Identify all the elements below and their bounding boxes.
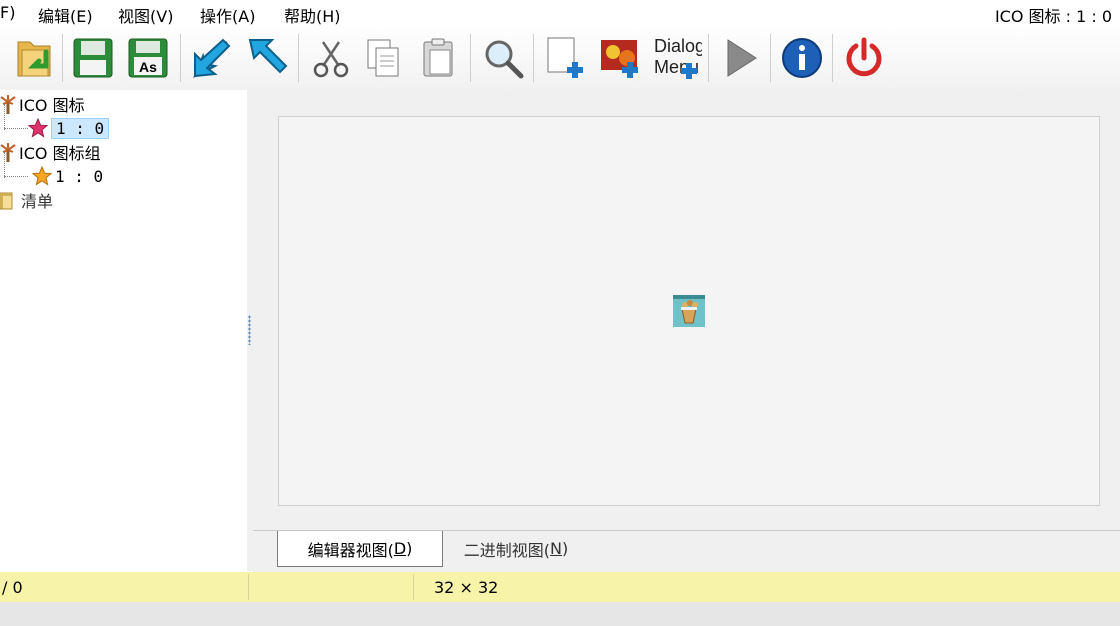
menu-view[interactable]: 视图(V)	[118, 3, 173, 27]
tree-item-ico-icon-group-entry[interactable]: 1 : 0	[32, 164, 103, 188]
star-orange-icon	[32, 166, 52, 186]
svg-text:Dialog: Dialog	[654, 36, 702, 56]
tree-item-manifest[interactable]: 清单	[0, 188, 53, 212]
info-button[interactable]	[776, 32, 828, 84]
cut-button[interactable]	[305, 32, 357, 84]
open-button[interactable]	[8, 32, 60, 84]
status-empty	[252, 572, 412, 602]
info-icon	[782, 38, 822, 78]
save-as-button[interactable]: As	[122, 32, 174, 84]
editor-view	[253, 90, 1120, 530]
folder-icon	[0, 192, 13, 210]
status-bar: / 0 32 × 32	[0, 572, 1120, 602]
view-tabs: 编辑器视图(D) 二进制视图(N)	[253, 530, 1120, 572]
icon-canvas[interactable]	[278, 116, 1100, 506]
tree-item-label: 1 : 0	[55, 166, 104, 186]
cut-icon	[313, 41, 349, 78]
add-dialog-menu-icon: Dialog Menu	[654, 36, 702, 79]
svg-text:As: As	[139, 59, 157, 75]
palm-tree-icon	[0, 95, 16, 114]
search-icon	[485, 40, 524, 79]
add-new-icon	[547, 37, 583, 78]
tree-item-label: ICO 图标组	[19, 144, 101, 163]
toolbar: As Dialog Menu	[0, 26, 1120, 91]
run-button[interactable]	[714, 32, 766, 84]
copy-icon	[367, 39, 399, 77]
exit-button[interactable]	[838, 32, 890, 84]
tree-item-label: ICO 图标	[19, 96, 85, 115]
status-index: / 0	[2, 577, 23, 597]
palm-tree-icon	[0, 143, 16, 162]
add-dialog-menu-button[interactable]: Dialog Menu	[650, 32, 702, 84]
play-icon	[727, 39, 757, 77]
save-as-icon: As	[128, 38, 168, 78]
tree-item-ico-icon-group[interactable]: ICO 图标组	[0, 140, 101, 164]
export-button[interactable]	[240, 32, 292, 84]
add-new-button[interactable]	[540, 32, 592, 84]
paste-icon	[423, 38, 453, 77]
save-icon	[73, 38, 113, 78]
search-button[interactable]	[477, 32, 529, 84]
star-pink-icon	[28, 118, 48, 138]
resource-tree: ICO 图标 1 : 0 ICO 图标组 1 : 0 清单	[0, 90, 248, 571]
tab-binary-view[interactable]: 二进制视图(N)	[451, 531, 581, 566]
menu-help[interactable]: 帮助(H)	[284, 3, 341, 27]
icon-preview-image	[673, 295, 705, 327]
tree-item-label: 清单	[21, 192, 54, 211]
window-bottom-edge	[0, 602, 1120, 626]
status-dimensions: 32 × 32	[434, 577, 499, 597]
copy-button[interactable]	[358, 32, 410, 84]
menu-bar: F) 编辑(E) 视图(V) 操作(A) 帮助(H) ICO 图标 : 1 : …	[0, 0, 1120, 26]
tab-editor-view[interactable]: 编辑器视图(D)	[277, 531, 443, 567]
power-icon	[846, 37, 882, 77]
tree-item-ico-icon[interactable]: ICO 图标	[0, 92, 85, 116]
export-arrow-icon	[248, 39, 288, 74]
import-arrow-icon	[193, 38, 231, 79]
menu-file[interactable]: F)	[0, 3, 15, 22]
import-button[interactable]	[185, 32, 237, 84]
add-image-icon	[601, 40, 638, 78]
add-image-button[interactable]	[595, 32, 647, 84]
window-title: ICO 图标 : 1 : 0	[994, 7, 1112, 26]
save-button[interactable]	[67, 32, 119, 84]
tree-item-label: 1 : 0	[51, 117, 110, 139]
tree-item-ico-icon-entry[interactable]: 1 : 0	[28, 116, 110, 140]
splitter-grip	[248, 315, 251, 345]
open-folder-icon	[17, 41, 51, 77]
menu-edit[interactable]: 编辑(E)	[38, 3, 93, 27]
menu-action[interactable]: 操作(A)	[200, 3, 255, 27]
paste-button[interactable]	[412, 32, 464, 84]
